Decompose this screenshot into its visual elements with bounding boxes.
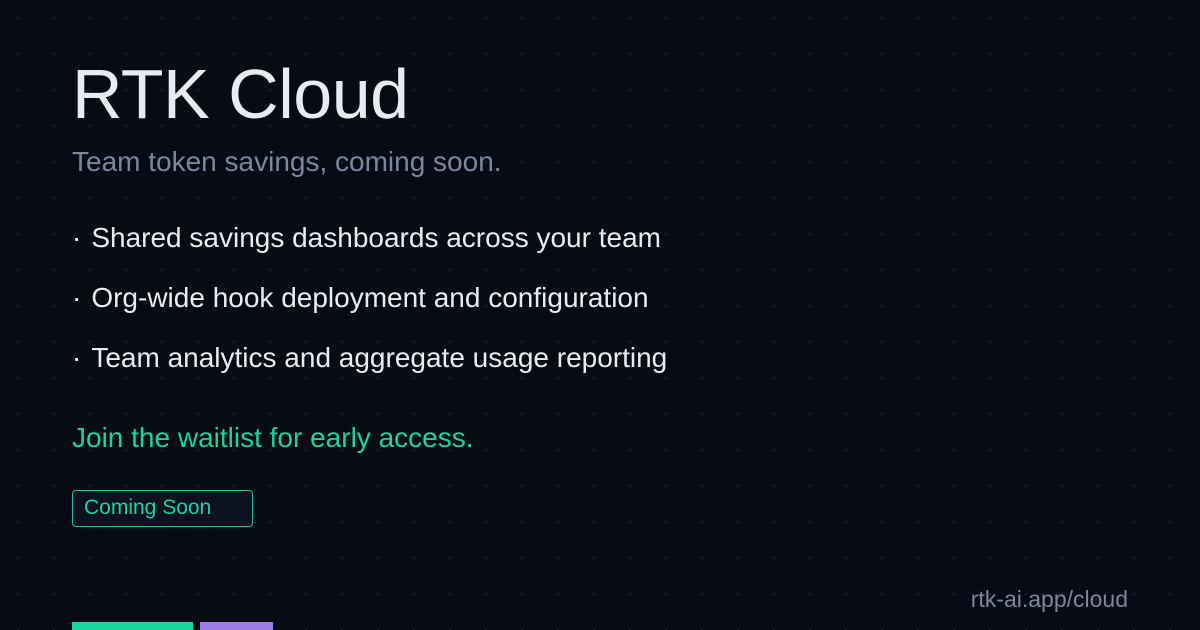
- waitlist-cta: Join the waitlist for early access.: [72, 422, 474, 453]
- bullet-dot: ·: [72, 342, 82, 373]
- bullet-dot: ·: [72, 282, 82, 313]
- site-url: rtk-ai.app/cloud: [970, 586, 1128, 612]
- feature-item: · Shared savings dashboards across your t…: [72, 220, 667, 280]
- accent-bar-green: [72, 622, 193, 630]
- feature-text: Shared savings dashboards across your te…: [91, 222, 661, 253]
- page-subtitle: Team token savings, coming soon.: [72, 146, 502, 177]
- page-title: RTK Cloud: [72, 55, 409, 133]
- coming-soon-badge: Coming Soon: [72, 490, 253, 527]
- accent-bar-purple: [200, 622, 273, 630]
- feature-text: Org-wide hook deployment and configurati…: [91, 282, 649, 313]
- feature-item: · Org-wide hook deployment and configurat…: [72, 280, 667, 340]
- social-card: RTK Cloud Team token savings, coming soo…: [0, 0, 1200, 630]
- bullet-dot: ·: [72, 222, 82, 253]
- feature-item: · Team analytics and aggregate usage repo…: [72, 340, 667, 400]
- feature-list: · Shared savings dashboards across your t…: [72, 220, 667, 400]
- feature-text: Team analytics and aggregate usage repor…: [91, 342, 668, 373]
